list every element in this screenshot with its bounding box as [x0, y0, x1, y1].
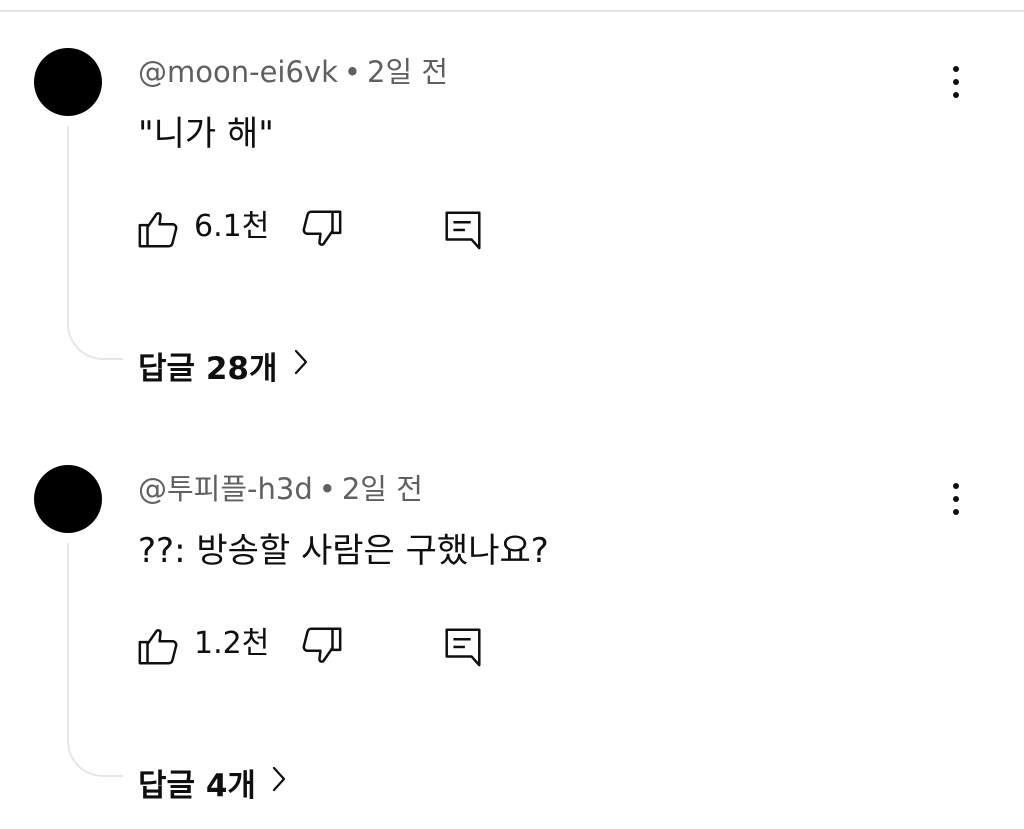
thumb-down-icon[interactable]: [298, 206, 344, 252]
comment-actions: 1.2천: [136, 619, 496, 669]
meta-separator: •: [318, 472, 336, 506]
comment-meta: @투피플-h3d • 2일 전: [138, 469, 423, 509]
like-count: 1.2천: [194, 626, 270, 661]
thumb-down-icon[interactable]: [298, 623, 344, 669]
thread-connector-line: [67, 126, 123, 360]
comment-meta: @moon-ei6vk • 2일 전: [138, 52, 448, 92]
reply-comment-icon[interactable]: [440, 623, 486, 669]
thumb-up-icon[interactable]: [136, 623, 182, 669]
meta-separator: •: [343, 55, 361, 89]
comment-time[interactable]: 2일 전: [367, 55, 448, 89]
comment-author[interactable]: @투피플-h3d: [138, 472, 313, 506]
comment-text: ??: 방송할 사람은 구했나요?: [138, 531, 549, 571]
avatar[interactable]: [34, 465, 102, 533]
comment-actions: 6.1천: [136, 202, 496, 252]
more-vert-icon[interactable]: [940, 62, 972, 102]
like-count: 6.1천: [194, 209, 270, 244]
avatar[interactable]: [34, 48, 102, 116]
thread-connector-line: [67, 543, 123, 777]
comment-time[interactable]: 2일 전: [342, 472, 423, 506]
comment-author[interactable]: @moon-ei6vk: [138, 55, 338, 89]
reply-comment-icon[interactable]: [440, 206, 486, 252]
comment-text: "니가 해": [138, 114, 274, 154]
thumb-up-icon[interactable]: [136, 206, 182, 252]
more-vert-icon[interactable]: [940, 479, 972, 519]
comment-thread: @투피플-h3d • 2일 전 ??: 방송할 사람은 구했나요? 1.2천 답…: [0, 417, 1024, 817]
view-replies-button[interactable]: 답글 4개: [138, 757, 286, 807]
chevron-right-icon: [294, 347, 308, 383]
replies-label: 답글 4개: [138, 767, 256, 804]
comment-thread: @moon-ei6vk • 2일 전 "니가 해" 6.1천 답글 28개: [0, 0, 1024, 400]
chevron-right-icon: [272, 764, 286, 800]
view-replies-button[interactable]: 답글 28개: [138, 340, 308, 390]
replies-label: 답글 28개: [138, 350, 278, 387]
